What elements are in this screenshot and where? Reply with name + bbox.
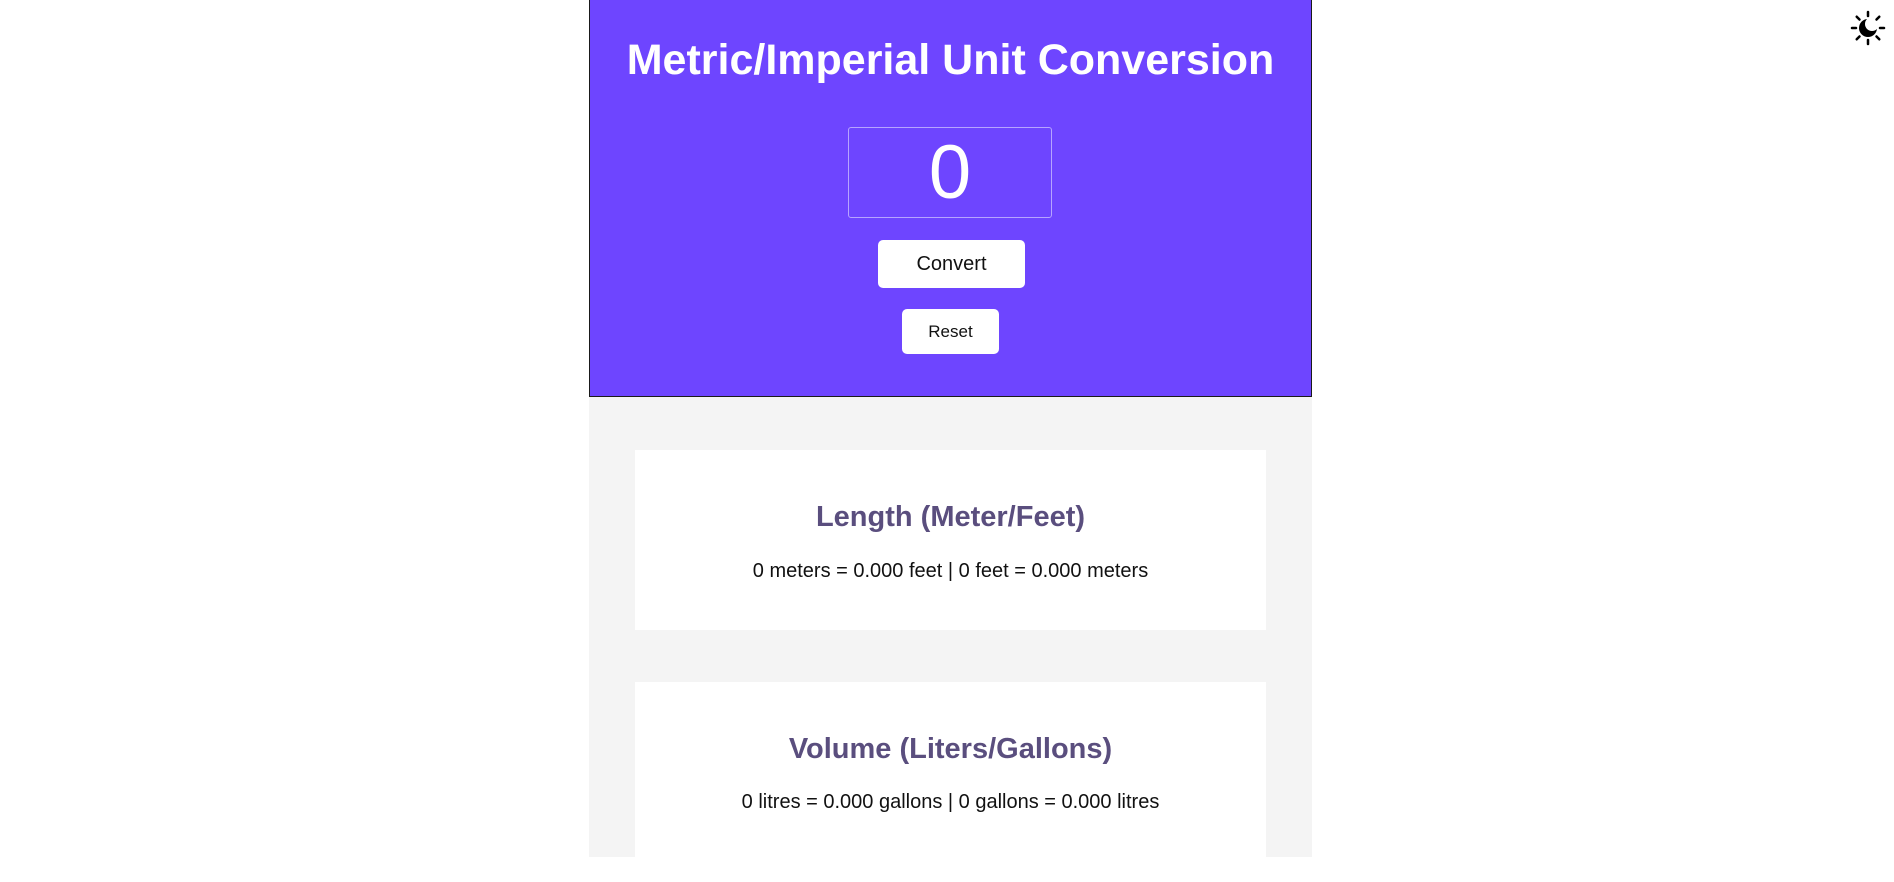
value-input[interactable] [848,127,1052,218]
page-title: Metric/Imperial Unit Conversion [626,36,1275,84]
sun-moon-icon [1850,10,1886,46]
volume-result-card: Volume (Liters/Gallons) 0 litres = 0.000… [635,682,1266,882]
theme-toggle-button[interactable] [1850,10,1886,46]
length-result-card: Length (Meter/Feet) 0 meters = 0.000 fee… [635,450,1266,630]
main-container: Metric/Imperial Unit Conversion Convert … [589,0,1312,882]
volume-result-text: 0 litres = 0.000 gallons | 0 gallons = 0… [741,791,1160,813]
convert-button[interactable]: Convert [878,240,1025,288]
length-result-text: 0 meters = 0.000 feet | 0 feet = 0.000 m… [752,560,1149,582]
length-card-title: Length (Meter/Feet) [815,501,1086,533]
converter-header: Metric/Imperial Unit Conversion Convert … [589,0,1312,397]
reset-button[interactable]: Reset [902,309,999,354]
volume-card-title: Volume (Liters/Gallons) [788,733,1113,765]
